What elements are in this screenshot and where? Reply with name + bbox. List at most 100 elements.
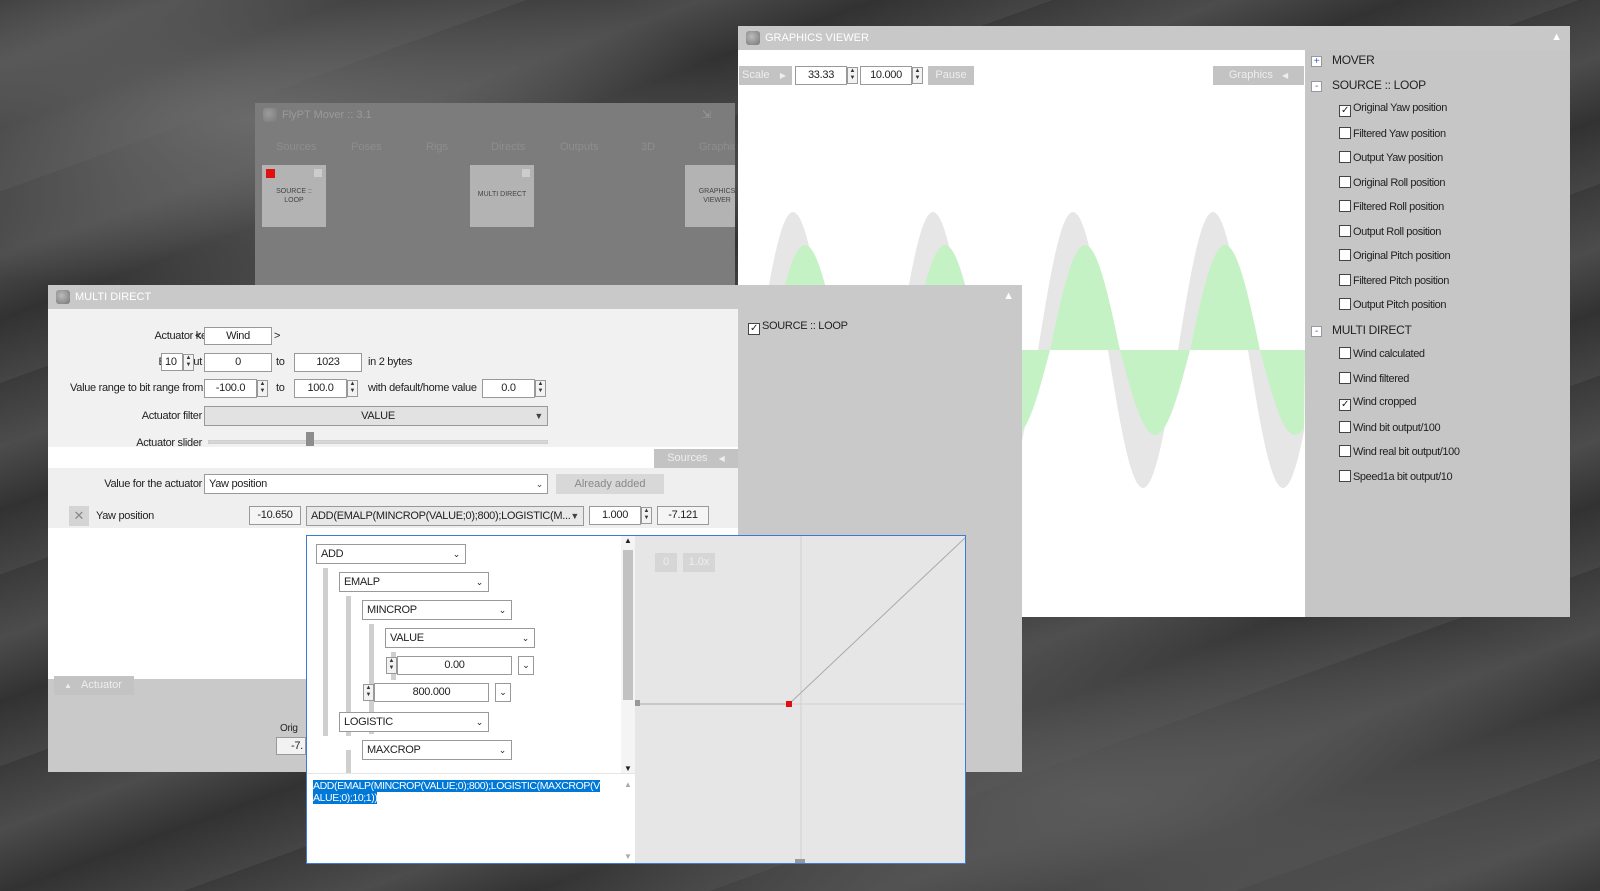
scale-button[interactable]: Scale ▶ [739,66,792,85]
tab-graphics[interactable]: Graphics [699,141,735,153]
default-value-input[interactable]: 0.0 [482,379,535,398]
multi-titlebar[interactable]: MULTI DIRECT ▲ [48,285,1022,309]
legend-item-15[interactable]: Wind bit output/100 [1339,420,1441,434]
tab-rigs[interactable]: Rigs [426,141,448,153]
legend-item-14[interactable]: ✓ Wind cropped [1339,396,1416,411]
factor-input[interactable]: 1.000 [589,506,641,525]
tree-node-mincrop[interactable]: MINCROP ⌄ [362,600,512,620]
legend-checkbox[interactable] [1339,347,1351,359]
legend-checkbox[interactable] [1339,298,1351,310]
pause-button[interactable]: Pause [928,66,974,85]
range-from-input[interactable]: -100.0 [204,379,257,398]
formula-text-area[interactable]: ADD(EMALP(MINCROP(VALUE;0);800);LOGISTIC… [307,773,635,863]
number-spinner[interactable]: ▲ ▼ [363,684,374,701]
mover-titlebar[interactable]: FlyPT Mover :: 3.1 ⇲ [255,103,735,127]
bit-output-input[interactable]: 10 [161,353,183,371]
input-formula-select[interactable]: ADD(EMALP(MINCROP(VALUE;0);800);LOGISTIC… [306,506,584,526]
legend-checkbox[interactable] [1339,469,1351,482]
scroll-down-icon[interactable]: ▼ [624,852,632,861]
legend-group-11[interactable]: - MULTI DIRECT [1311,323,1412,337]
tile-multi-direct[interactable]: MULTI DIRECT [470,165,534,227]
range-from-spinner[interactable]: ▲ ▼ [257,380,268,397]
resize-icon[interactable]: ⇲ [702,108,711,121]
scale-input[interactable]: 33.33 [795,66,847,85]
actuator-filter-select[interactable]: VALUE ▼ [204,406,548,426]
bit-output-spinner[interactable]: ▲ ▼ [183,354,194,371]
tile-source-loop[interactable]: SOURCE :: LOOP [262,165,326,227]
tile-toggle[interactable] [314,169,322,177]
legend-item-5[interactable]: Original Roll position [1339,175,1445,189]
tree-node-emalp[interactable]: EMALP ⌄ [339,572,489,592]
legend-item-4[interactable]: Output Yaw position [1339,151,1443,164]
bit-to-input[interactable]: 1023 [294,353,362,372]
number-dropdown[interactable]: ⌄ [518,656,534,675]
collapse-icon[interactable]: ▲ [1551,31,1562,43]
range-to-spinner[interactable]: ▲ ▼ [347,380,358,397]
scroll-up-icon[interactable]: ▲ [624,780,632,789]
actuator-key-prev[interactable]: < [195,330,201,342]
graphics-titlebar[interactable]: GRAPHICS VIEWER ▲ [738,26,1570,50]
legend-checkbox[interactable] [1339,420,1351,433]
scroll-down-icon[interactable]: ▼ [624,764,632,773]
collapse-icon[interactable]: ▲ [1003,290,1014,302]
actuator-tab[interactable]: ▲ Actuator [54,676,134,695]
tab-sources[interactable]: Sources [276,141,316,153]
expand-toggle-icon[interactable]: - [1311,325,1322,337]
already-added-button[interactable]: Already added [556,474,664,494]
actuator-slider-track[interactable] [208,440,548,444]
tree-node-logistic[interactable]: LOGISTIC ⌄ [339,712,489,732]
tab-directs[interactable]: Directs [491,141,525,153]
legend-checkbox[interactable]: ✓ [1339,399,1351,411]
expand-toggle-icon[interactable]: + [1311,56,1322,67]
tab-outputs[interactable]: Outputs [560,141,599,153]
tree-number-0[interactable]: 0.00 [397,656,512,675]
legend-item-6[interactable]: Filtered Roll position [1339,200,1444,213]
legend-checkbox[interactable] [1339,224,1351,237]
legend-item-2[interactable]: ✓ Original Yaw position [1339,102,1447,117]
actuator-key-next[interactable]: > [274,330,280,342]
scroll-thumb[interactable] [623,550,633,700]
legend-checkbox[interactable] [1339,249,1351,261]
tree-node-value[interactable]: VALUE ⌄ [385,628,535,648]
expand-toggle-icon[interactable]: - [1311,80,1322,92]
number-spinner[interactable]: ▲ ▼ [386,657,397,674]
legend-checkbox[interactable] [1339,200,1351,212]
legend-item-16[interactable]: Wind real bit output/100 [1339,445,1460,458]
tile-graphics-viewer[interactable]: GRAPHICS VIEWER [685,165,735,227]
legend-checkbox[interactable] [1339,175,1351,188]
range-to-input[interactable]: 100.0 [294,379,347,398]
legend-group-1[interactable]: - SOURCE :: LOOP [1311,78,1426,92]
remove-input-button[interactable]: ✕ [69,506,89,526]
legend-item-7[interactable]: Output Roll position [1339,224,1441,238]
legend-item-9[interactable]: Filtered Pitch position [1339,273,1449,287]
bit-from-input[interactable]: 0 [204,353,272,372]
legend-checkbox[interactable] [1339,126,1351,139]
tab-3d[interactable]: 3D [641,141,655,153]
legend-checkbox[interactable] [1339,151,1351,163]
graphics-panel-button[interactable]: Graphics ◀ [1213,66,1304,85]
value-spinner[interactable]: ▲ ▼ [912,67,923,84]
legend-item-3[interactable]: Filtered Yaw position [1339,126,1446,140]
scale-spinner[interactable]: ▲ ▼ [847,67,858,84]
legend-checkbox[interactable]: ✓ [1339,105,1351,117]
legend-item-8[interactable]: Original Pitch position [1339,249,1451,262]
legend-checkbox[interactable] [1339,445,1351,457]
tab-poses[interactable]: Poses [351,141,382,153]
actuator-slider-thumb[interactable] [306,432,314,446]
tree-scrollbar[interactable]: ▲ ▼ [621,536,635,773]
legend-item-12[interactable]: Wind calculated [1339,347,1425,360]
value-for-actuator-select[interactable]: Yaw position ⌄ [204,474,548,494]
legend-checkbox[interactable] [1339,371,1351,384]
legend-item-10[interactable]: Output Pitch position [1339,298,1447,311]
tree-node-maxcrop[interactable]: MAXCROP ⌄ [362,740,512,760]
legend-item-17[interactable]: Speed1a bit output/10 [1339,469,1453,483]
legend-checkbox[interactable] [1339,273,1351,286]
tree-number-800[interactable]: 800.000 [374,683,489,702]
legend-item-13[interactable]: Wind filtered [1339,371,1409,385]
tile-toggle[interactable] [522,169,530,177]
source-loop-checkbox[interactable]: ✓ [748,323,760,335]
actuator-key-input[interactable]: Wind [204,327,272,345]
tree-node-add[interactable]: ADD ⌄ [316,544,466,564]
legend-group-0[interactable]: + MOVER [1311,53,1375,67]
factor-spinner[interactable]: ▲ ▼ [641,507,652,524]
